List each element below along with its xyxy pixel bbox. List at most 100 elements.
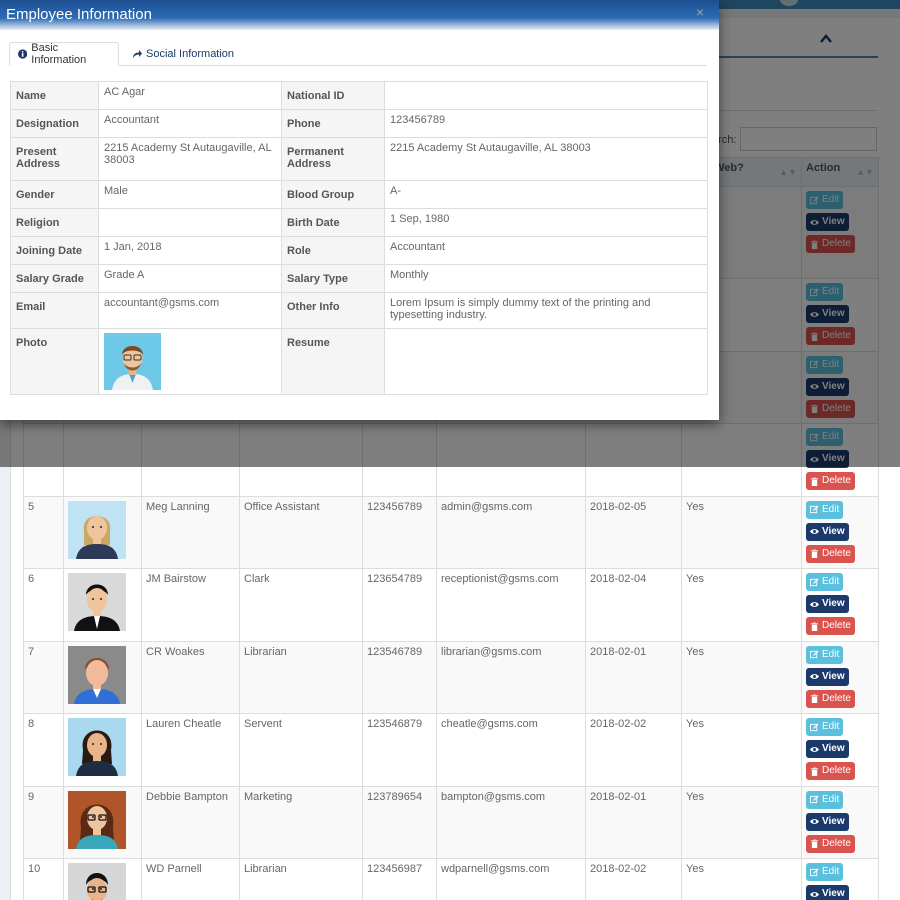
web-cell: Yes (681, 640, 802, 714)
field-label: Name (10, 81, 99, 110)
field-value: A- (384, 180, 708, 209)
field-label: Role (281, 236, 385, 265)
phone-cell: 123654789 (362, 568, 437, 642)
button-label: Edit (822, 503, 840, 515)
phone-cell: 123546879 (362, 713, 437, 787)
employee-photo[interactable] (104, 333, 161, 390)
field-label: Designation (10, 109, 99, 138)
avatar-cell (63, 713, 142, 787)
avatar-cell (63, 568, 142, 642)
phone-cell: 123456987 (362, 858, 437, 900)
delete-button[interactable]: Delete (806, 472, 855, 490)
avatar-cell (63, 785, 142, 859)
button-label: View (822, 743, 845, 754)
web-cell: Yes (681, 858, 802, 900)
tab-social-information[interactable]: Social Information (124, 42, 242, 66)
email-cell: wdparnell@gsms.com (436, 858, 586, 900)
table-row[interactable]: 5 Meg Lanning Office Assistant 123456789… (23, 495, 879, 569)
phone-cell: 123546789 (362, 640, 437, 714)
sl-cell: 5 (23, 495, 64, 569)
button-label: Delete (822, 837, 851, 849)
edit-button[interactable]: Edit (806, 573, 844, 591)
tab-basic-information[interactable]: Basic Information (9, 42, 119, 66)
employee-avatar[interactable] (68, 645, 126, 704)
delete-button[interactable]: Delete (806, 762, 855, 780)
name-cell: JM Bairstow (141, 568, 240, 642)
delete-button[interactable]: Delete (806, 544, 855, 563)
field-label: Permanent Address (281, 137, 385, 181)
employee-avatar[interactable] (68, 500, 126, 559)
actions-cell: Edit View Delete (801, 640, 879, 714)
email-cell: admin@gsms.com (436, 495, 586, 569)
date-cell: 2018-02-04 (585, 568, 682, 642)
field-label: Present Address (10, 137, 99, 181)
name-cell: WD Parnell (141, 858, 240, 900)
button-label: View (822, 598, 845, 609)
field-label: Photo (10, 328, 99, 395)
email-cell: cheatle@gsms.com (436, 713, 586, 787)
trash-icon (810, 621, 819, 631)
employee-avatar[interactable] (68, 863, 126, 900)
trash-icon (810, 839, 819, 848)
designation-cell: Librarian (239, 640, 363, 714)
field-value: accountant@gsms.com (98, 292, 282, 329)
edit-button[interactable]: Edit (806, 718, 844, 736)
button-label: Delete (822, 620, 851, 631)
edit-button[interactable]: Edit (806, 790, 844, 809)
view-button[interactable]: View (806, 667, 849, 686)
button-label: Delete (822, 692, 851, 704)
view-button[interactable]: View (806, 522, 849, 541)
table-row[interactable]: 9 Debbie Bampton Marketing 123789654 bam… (23, 785, 879, 859)
name-cell: Lauren Cheatle (141, 713, 240, 787)
field-label: Joining Date (10, 236, 99, 265)
button-label: View (822, 815, 845, 827)
view-button[interactable]: View (806, 595, 849, 613)
edit-button[interactable]: Edit (806, 500, 844, 519)
delete-button[interactable]: Delete (806, 689, 855, 708)
phone-cell: 123456789 (362, 495, 437, 569)
employee-avatar[interactable] (68, 718, 126, 776)
field-value: Lorem Ipsum is simply dummy text of the … (384, 292, 708, 329)
eye-icon (810, 891, 819, 897)
button-label: View (822, 670, 845, 682)
delete-button[interactable]: Delete (806, 617, 855, 635)
employee-avatar[interactable] (68, 573, 126, 631)
close-icon[interactable]: × (696, 4, 704, 20)
eye-icon (810, 601, 819, 607)
edit-button[interactable]: Edit (806, 645, 844, 664)
basic-info-table: Name AC Agar National ID Designation Acc… (10, 81, 708, 395)
actions-cell: Edit View Delete (801, 858, 879, 900)
employee-avatar[interactable] (68, 790, 126, 849)
sl-cell: 9 (23, 785, 64, 859)
view-button[interactable]: View (806, 740, 849, 758)
button-label: View (822, 525, 845, 537)
view-button[interactable]: View (806, 885, 849, 900)
field-value: 2215 Academy St Autaugaville, AL 38003 (384, 137, 708, 181)
table-row[interactable]: 10 WD Parnell Librarian 123456987 wdparn… (23, 858, 879, 900)
modal-title: Employee Information (6, 6, 152, 23)
trash-icon (810, 476, 819, 486)
sl-cell: 8 (23, 713, 64, 787)
avatar-cell (63, 858, 142, 900)
field-label: Phone (281, 109, 385, 138)
field-value: 1 Jan, 2018 (98, 236, 282, 265)
designation-cell: Office Assistant (239, 495, 363, 569)
field-value: Accountant (384, 236, 708, 265)
info-circle-icon (18, 49, 28, 59)
web-cell: Yes (681, 713, 802, 787)
avatar-cell (63, 640, 142, 714)
edit-button[interactable]: Edit (806, 863, 844, 881)
field-label: Other Info (281, 292, 385, 329)
field-value (384, 81, 708, 110)
table-row[interactable]: 7 CR Woakes Librarian 123546789 libraria… (23, 640, 879, 714)
view-button[interactable]: View (806, 812, 849, 831)
table-row[interactable]: 8 Lauren Cheatle Servent 123546879 cheat… (23, 713, 879, 787)
delete-button[interactable]: Delete (806, 834, 855, 853)
name-cell: CR Woakes (141, 640, 240, 714)
actions-cell: Edit View Delete (801, 785, 879, 859)
table-row[interactable]: 6 JM Bairstow Clark 123654789 receptioni… (23, 568, 879, 642)
phone-cell: 123789654 (362, 785, 437, 859)
actions-cell: Edit View Delete (801, 568, 879, 642)
sl-cell: 7 (23, 640, 64, 714)
date-cell: 2018-02-01 (585, 640, 682, 714)
